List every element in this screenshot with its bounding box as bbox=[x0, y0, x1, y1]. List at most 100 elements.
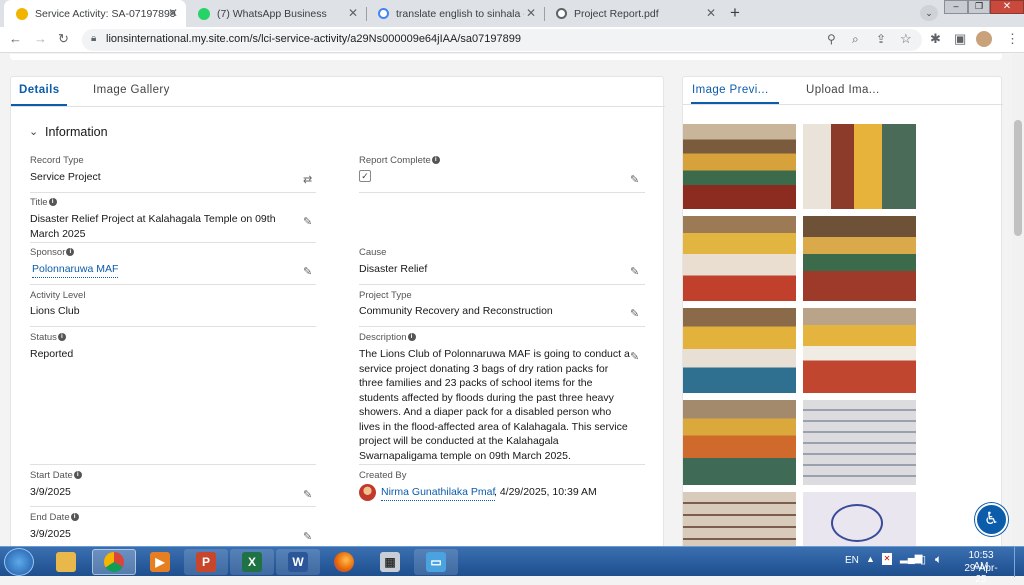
firefox-icon bbox=[334, 552, 354, 572]
bookmark-star-icon[interactable]: ☆ bbox=[900, 31, 912, 47]
info-icon[interactable]: i bbox=[66, 248, 75, 257]
globe-favicon-icon bbox=[556, 8, 567, 19]
info-icon[interactable]: i bbox=[57, 333, 66, 342]
gallery-thumbnail[interactable] bbox=[803, 492, 916, 546]
edit-pencil-icon[interactable]: ✎ bbox=[303, 215, 312, 228]
action-center-flag-icon[interactable]: ✕ bbox=[882, 553, 892, 565]
created-by-date: , 4/29/2025, 10:39 AM bbox=[494, 486, 597, 498]
activity-level-value: Lions Club bbox=[30, 305, 80, 317]
page-scrollbar[interactable] bbox=[1012, 54, 1024, 546]
report-complete-label: Report Complete i bbox=[359, 155, 440, 166]
taskbar-powerpoint[interactable]: P bbox=[184, 549, 228, 575]
info-icon[interactable]: i bbox=[73, 471, 82, 480]
show-desktop-button[interactable] bbox=[1014, 547, 1024, 577]
created-by-user-link[interactable]: Nirma Gunathilaka Pmaf bbox=[381, 485, 496, 501]
extensions-icon[interactable]: ✱ bbox=[930, 32, 941, 46]
start-button-icon[interactable] bbox=[4, 548, 34, 576]
gallery-thumbnail[interactable] bbox=[683, 216, 796, 301]
description-label-text: Description bbox=[359, 332, 407, 343]
browser-tab-whatsapp[interactable]: (7) WhatsApp Business ✕ bbox=[186, 0, 366, 27]
tab-image-preview[interactable]: Image Previ... bbox=[692, 84, 769, 96]
chevron-down-icon[interactable]: ⌄ bbox=[29, 125, 38, 138]
windows-taskbar: ▶ P X W ▦ ▭ EN ▲ ✕ ▂▄▆ ▯ 🔈︎ 10:53 AM 29-… bbox=[0, 546, 1024, 585]
tab-search-icon[interactable]: ⌄ bbox=[920, 5, 938, 21]
browser-tab-pdf[interactable]: Project Report.pdf ✕ bbox=[544, 0, 724, 27]
share-icon[interactable]: ⇪ bbox=[876, 32, 886, 46]
gallery-thumbnail[interactable] bbox=[683, 492, 796, 546]
tab-title: (7) WhatsApp Business bbox=[217, 7, 327, 20]
gallery-thumbnail[interactable] bbox=[683, 400, 796, 485]
taskbar-remote-desktop[interactable]: ▭ bbox=[414, 549, 458, 575]
edit-pencil-icon[interactable]: ✎ bbox=[630, 173, 639, 186]
edit-pencil-icon[interactable]: ✎ bbox=[303, 530, 312, 543]
forward-icon[interactable]: → bbox=[34, 32, 47, 46]
gallery-thumbnail[interactable] bbox=[683, 124, 796, 209]
taskbar-excel[interactable]: X bbox=[230, 549, 274, 575]
language-indicator[interactable]: EN bbox=[845, 555, 859, 566]
field-divider bbox=[30, 242, 316, 243]
edit-pencil-icon[interactable]: ✎ bbox=[630, 350, 639, 363]
reload-icon[interactable]: ↻ bbox=[58, 32, 69, 46]
section-title[interactable]: Information bbox=[45, 125, 108, 139]
info-icon[interactable]: i bbox=[48, 198, 57, 207]
sponsor-label-text: Sponsor bbox=[30, 247, 66, 258]
change-record-type-icon[interactable]: ⇄ bbox=[303, 173, 312, 186]
title-value: Disaster Relief Project at Kalahagala Te… bbox=[30, 213, 276, 240]
taskbar-word[interactable]: W bbox=[276, 549, 320, 575]
gallery-thumbnail[interactable] bbox=[803, 216, 916, 301]
end-date-label-text: End Date bbox=[30, 512, 70, 523]
new-tab-button[interactable]: + bbox=[730, 3, 740, 23]
restore-icon[interactable]: ❐ bbox=[968, 0, 990, 14]
taskbar-firefox[interactable] bbox=[322, 549, 366, 575]
record-type-label: Record Type bbox=[30, 155, 84, 166]
close-tab-icon[interactable]: ✕ bbox=[168, 6, 178, 20]
taskbar-media-player[interactable]: ▶ bbox=[138, 549, 182, 575]
sponsor-label: Sponsor i bbox=[30, 247, 75, 258]
volume-icon[interactable]: 🔈︎ bbox=[935, 552, 942, 567]
back-icon[interactable]: ← bbox=[9, 32, 22, 46]
tab-details[interactable]: Details bbox=[19, 84, 60, 96]
start-date-label-text: Start Date bbox=[30, 470, 73, 481]
menu-dots-icon[interactable]: ⋮ bbox=[1006, 32, 1019, 46]
close-tab-icon[interactable]: ✕ bbox=[348, 6, 358, 20]
taskbar-calculator[interactable]: ▦ bbox=[368, 549, 412, 575]
browser-tab-service-activity[interactable]: Service Activity: SA-07197899 ✕ bbox=[4, 0, 186, 27]
close-tab-icon[interactable]: ✕ bbox=[706, 6, 716, 20]
sponsor-link[interactable]: Polonnaruwa MAF bbox=[32, 262, 119, 278]
tab-divider bbox=[683, 104, 1003, 105]
close-tab-icon[interactable]: ✕ bbox=[526, 6, 536, 20]
browser-tab-translate[interactable]: translate english to sinhala - Goo ✕ bbox=[366, 0, 544, 27]
address-bar[interactable]: 🔒︎ lionsinternational.my.site.com/s/lci-… bbox=[82, 29, 922, 51]
clock-date[interactable]: 29-Apr-25 bbox=[960, 563, 1002, 585]
edit-pencil-icon[interactable]: ✎ bbox=[303, 488, 312, 501]
side-panel-icon[interactable]: ▣ bbox=[954, 32, 966, 46]
powerpoint-icon: P bbox=[196, 552, 216, 572]
battery-icon[interactable]: ▯ bbox=[920, 553, 926, 566]
close-window-icon[interactable]: ✕ bbox=[990, 0, 1024, 14]
google-favicon-icon bbox=[378, 8, 389, 19]
gallery-thumbnail[interactable] bbox=[803, 308, 916, 393]
lock-icon[interactable]: 🔒︎ bbox=[91, 33, 96, 44]
gallery-thumbnail[interactable] bbox=[803, 124, 916, 209]
scrollbar-thumb[interactable] bbox=[1014, 120, 1022, 236]
location-icon[interactable]: ⚲ bbox=[827, 32, 836, 46]
tab-image-gallery[interactable]: Image Gallery bbox=[93, 84, 170, 96]
zoom-icon[interactable]: ⌕ bbox=[852, 32, 859, 47]
show-hidden-icons-icon[interactable]: ▲ bbox=[866, 554, 875, 564]
minimize-icon[interactable]: – bbox=[944, 0, 968, 14]
profile-avatar[interactable] bbox=[976, 31, 992, 47]
edit-pencil-icon[interactable]: ✎ bbox=[630, 307, 639, 320]
taskbar-chrome[interactable] bbox=[92, 549, 136, 575]
info-icon[interactable]: i bbox=[70, 513, 79, 522]
field-divider bbox=[359, 464, 645, 465]
edit-pencil-icon[interactable]: ✎ bbox=[630, 265, 639, 278]
info-icon[interactable]: i bbox=[407, 333, 416, 342]
taskbar-explorer[interactable] bbox=[44, 549, 88, 575]
info-icon[interactable]: i bbox=[431, 156, 440, 165]
accessibility-icon[interactable]: ♿︎ bbox=[975, 503, 1008, 536]
gallery-thumbnail[interactable] bbox=[683, 308, 796, 393]
edit-pencil-icon[interactable]: ✎ bbox=[303, 265, 312, 278]
gallery-thumbnail[interactable] bbox=[803, 400, 916, 485]
field-divider bbox=[30, 192, 316, 193]
tab-upload-image[interactable]: Upload Ima... bbox=[806, 84, 880, 96]
